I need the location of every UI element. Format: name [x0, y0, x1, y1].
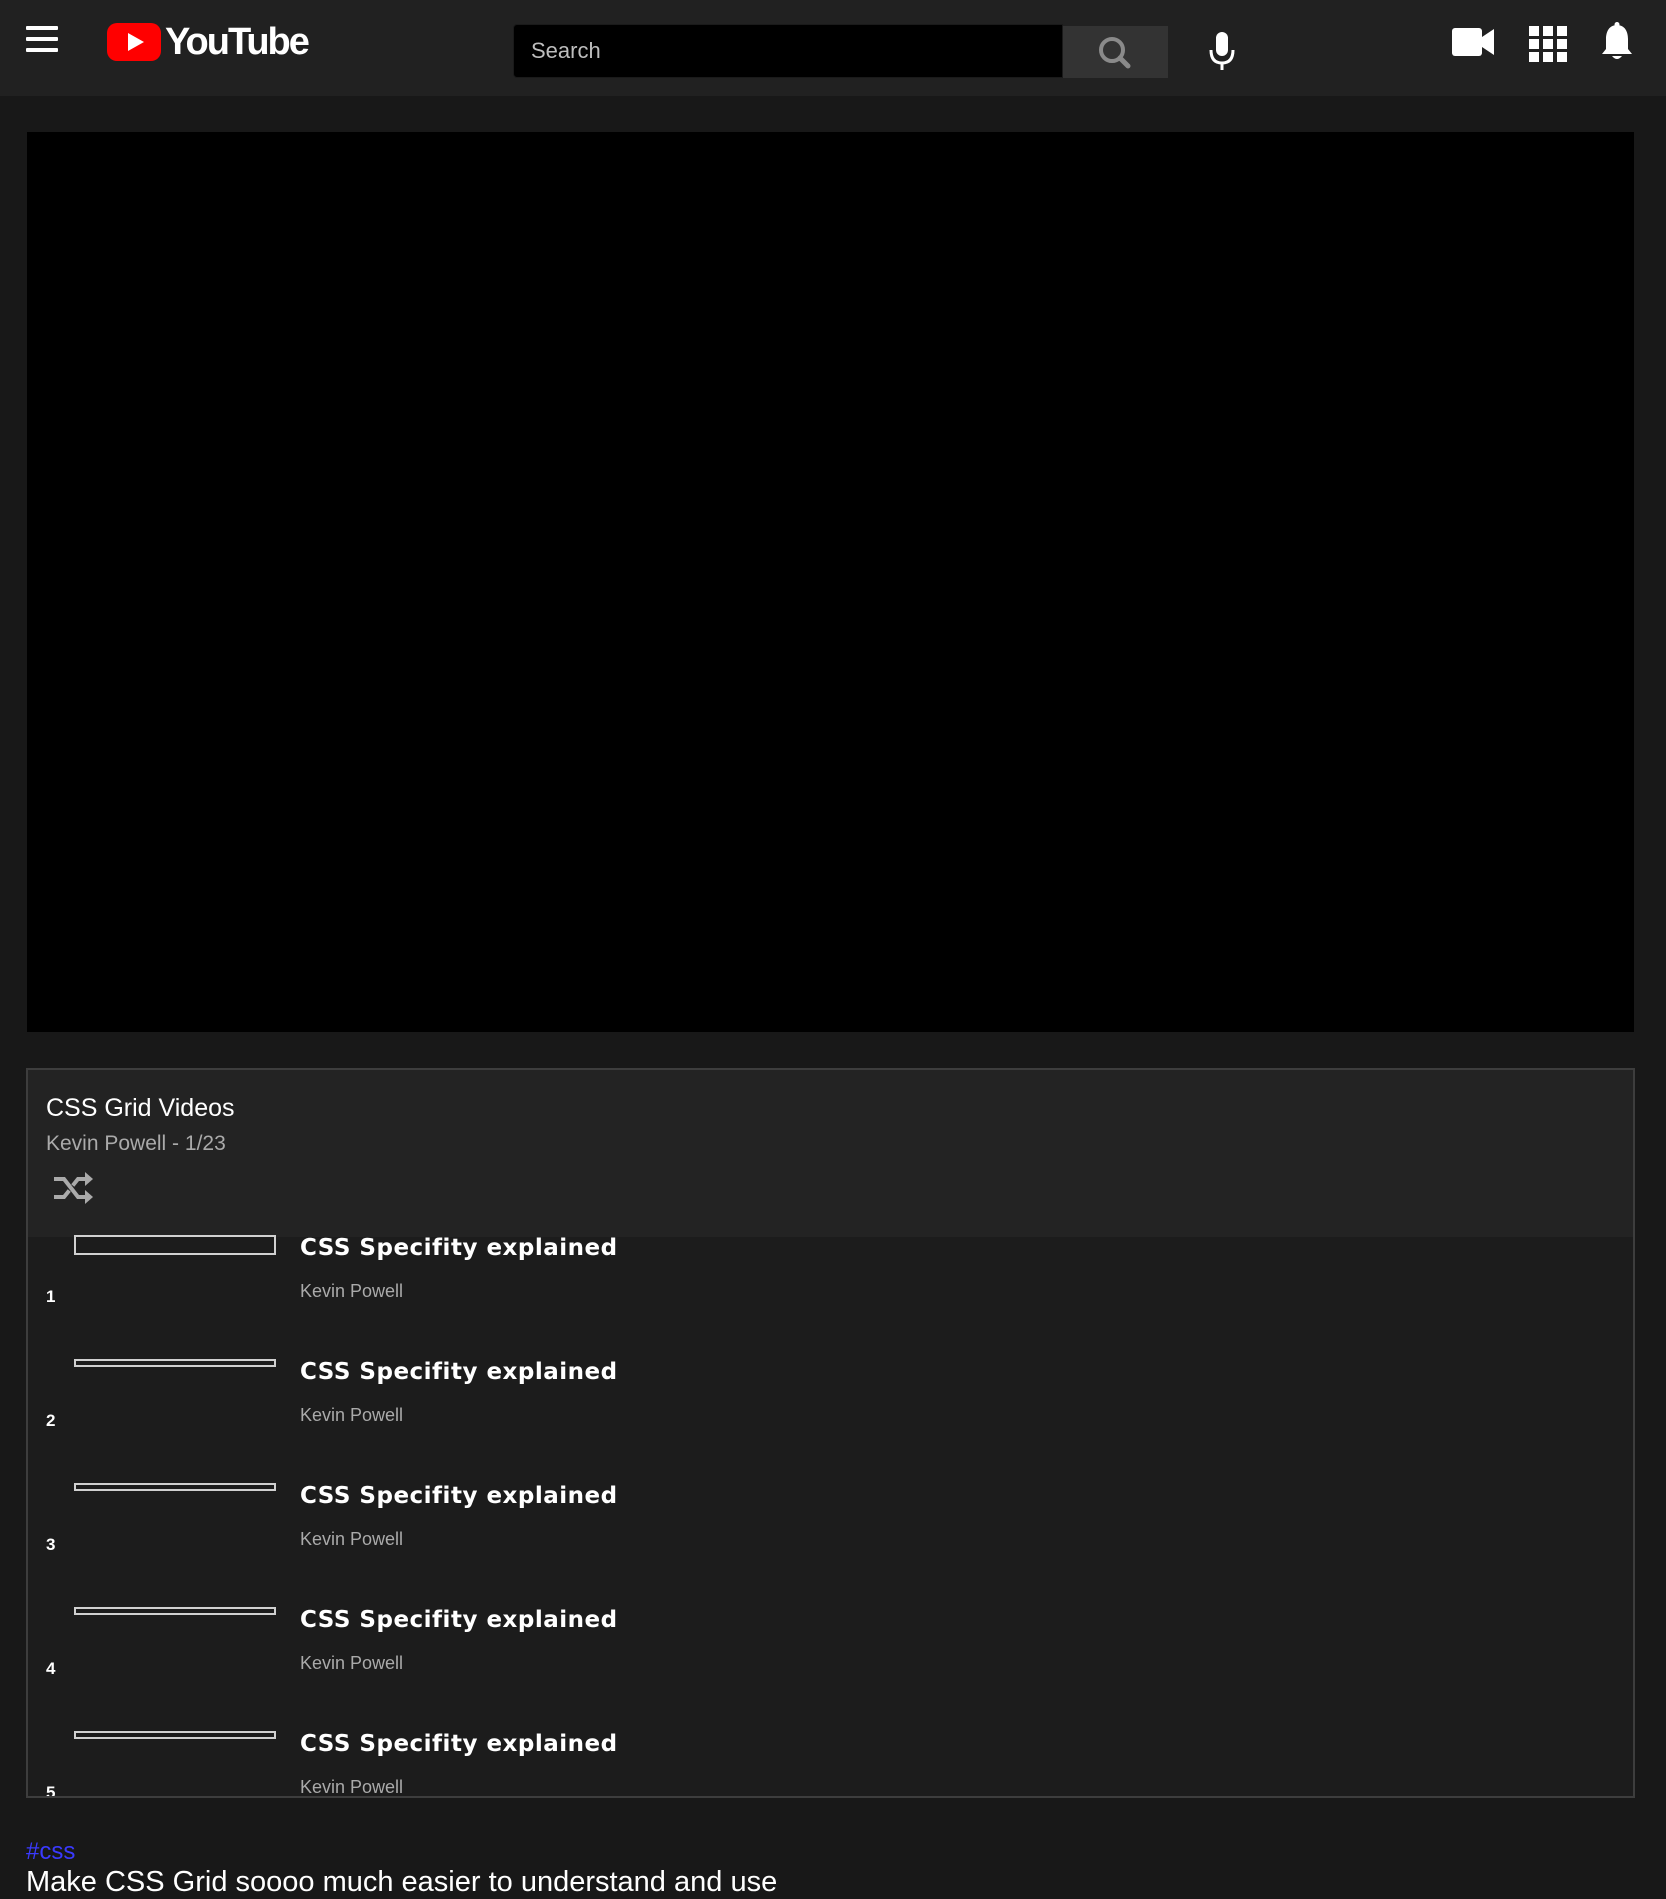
- playlist-item[interactable]: 1 CSS Specifity explained Kevin Powell: [28, 1235, 1633, 1359]
- playlist-item[interactable]: 3 CSS Specifity explained Kevin Powell: [28, 1483, 1633, 1607]
- playlist-item-title[interactable]: CSS Specifity explained: [300, 1607, 618, 1633]
- playlist-item-index: 4: [46, 1659, 56, 1678]
- video-thumbnail[interactable]: [74, 1359, 276, 1367]
- search-input[interactable]: [514, 25, 1062, 77]
- bell-icon[interactable]: [1600, 22, 1634, 67]
- playlist-item[interactable]: 2 CSS Specifity explained Kevin Powell: [28, 1359, 1633, 1483]
- playlist-subtitle: Kevin Powell - 1/23: [46, 1132, 226, 1155]
- playlist-item-title[interactable]: CSS Specifity explained: [300, 1359, 618, 1385]
- playlist-item-title[interactable]: CSS Specifity explained: [300, 1731, 618, 1757]
- playlist-item-channel: Kevin Powell: [300, 1281, 404, 1301]
- playlist-panel: CSS Grid Videos Kevin Powell - 1/23 1 CS…: [26, 1068, 1635, 1798]
- video-thumbnail[interactable]: [74, 1607, 276, 1615]
- playlist-header: CSS Grid Videos Kevin Powell - 1/23: [28, 1070, 1633, 1237]
- playlist-title[interactable]: CSS Grid Videos: [46, 1094, 235, 1123]
- logo-text: YouTube: [165, 20, 310, 63]
- video-player[interactable]: [27, 132, 1634, 1032]
- playlist-item-title[interactable]: CSS Specifity explained: [300, 1235, 618, 1261]
- playlist-item-index: 5: [46, 1783, 56, 1798]
- hashtag-link[interactable]: #css: [26, 1838, 75, 1866]
- top-bar: YouTube: [0, 0, 1666, 96]
- youtube-logo-icon: [107, 23, 161, 61]
- search-box: [513, 24, 1063, 78]
- youtube-logo[interactable]: YouTube: [107, 20, 310, 64]
- video-thumbnail[interactable]: [74, 1731, 276, 1739]
- playlist-item-channel: Kevin Powell: [300, 1529, 404, 1549]
- playlist-item-channel: Kevin Powell: [300, 1653, 404, 1673]
- apps-grid-icon[interactable]: [1529, 26, 1567, 67]
- video-thumbnail[interactable]: [74, 1483, 276, 1491]
- mic-icon[interactable]: [1208, 30, 1236, 77]
- playlist-item-channel: Kevin Powell: [300, 1405, 404, 1425]
- search-button[interactable]: [1063, 26, 1168, 78]
- playlist-item-index: 2: [46, 1411, 56, 1430]
- playlist-item-index: 1: [46, 1287, 56, 1306]
- playlist-item-title[interactable]: CSS Specifity explained: [300, 1483, 618, 1509]
- search-icon: [1099, 37, 1131, 69]
- video-thumbnail[interactable]: [74, 1235, 276, 1255]
- playlist-item-index: 3: [46, 1535, 56, 1554]
- playlist-item[interactable]: 4 CSS Specifity explained Kevin Powell: [28, 1607, 1633, 1731]
- playlist-item[interactable]: 5 CSS Specifity explained Kevin Powell: [28, 1731, 1633, 1798]
- menu-icon[interactable]: [26, 26, 58, 56]
- shuffle-icon[interactable]: [54, 1172, 94, 1209]
- video-title: Make CSS Grid soooo much easier to under…: [26, 1866, 778, 1898]
- playlist-item-channel: Kevin Powell: [300, 1777, 404, 1797]
- video-camera-icon[interactable]: [1452, 26, 1494, 63]
